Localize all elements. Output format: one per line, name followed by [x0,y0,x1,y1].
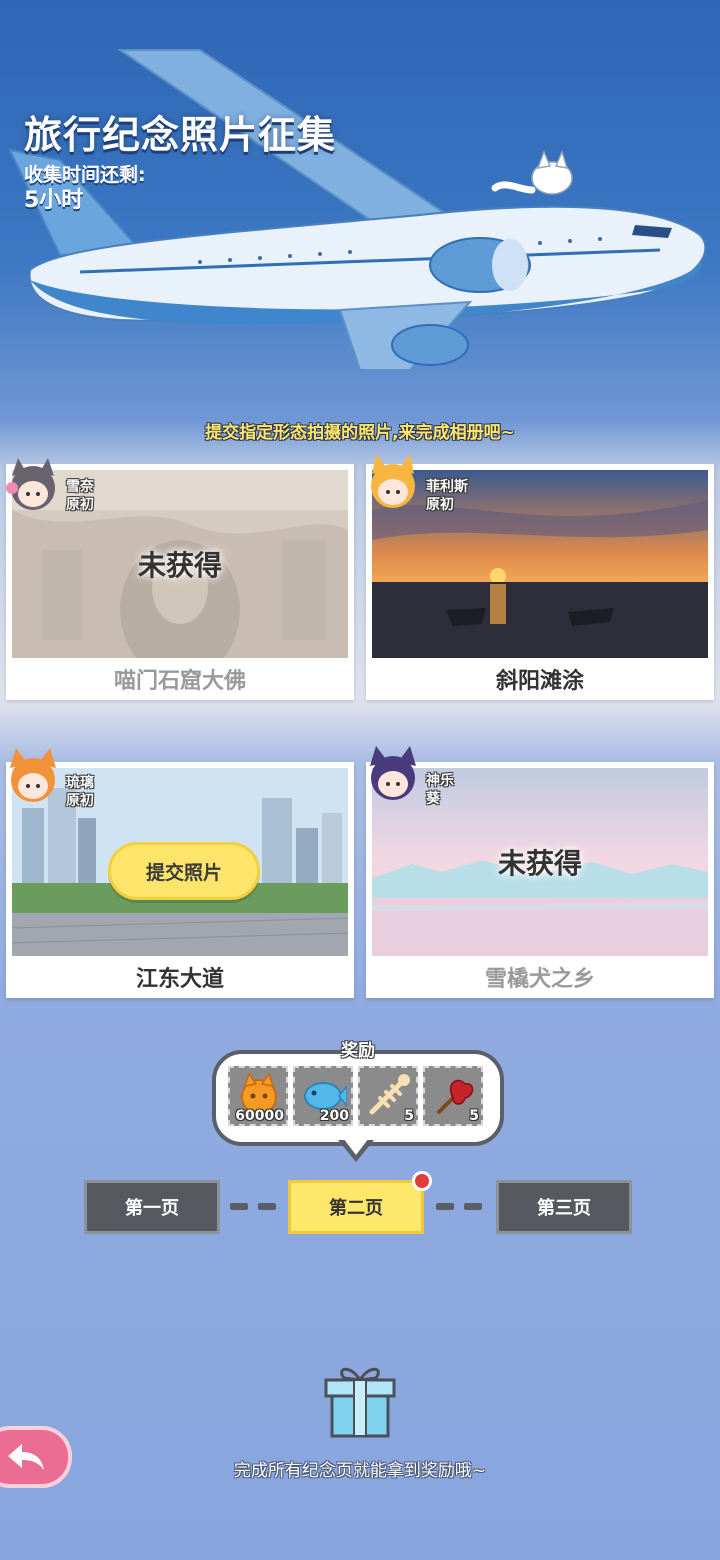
time-remaining-value: 5小时 [24,188,84,213]
character-name: 琉璃 原初 [66,775,94,809]
character-name: 雪奈 原初 [66,479,94,513]
character-avatar-xuenai [2,454,64,516]
page-tab-2[interactable]: 第二页 [288,1180,424,1234]
back-arrow-icon [8,1444,44,1470]
reward-count: 5 [469,1108,479,1124]
gift-box-icon[interactable] [322,1362,398,1440]
instruction-text: 提交指定形态拍摄的照片,来完成相册吧~ [205,423,515,443]
submit-photo-button[interactable]: 提交照片 [108,842,260,900]
reward-count: 5 [404,1108,414,1124]
notification-dot [412,1171,432,1191]
airplane-illustration [8,49,707,371]
card-caption: 喵门石窟大佛 [113,669,246,694]
completion-hint: 完成所有纪念页就能拿到奖励哦~ [233,1461,487,1481]
character-name: 菲利斯 原初 [426,479,468,513]
reward-item-bone[interactable]: 5 [358,1066,418,1126]
reward-item-fish[interactable]: 200 [293,1066,353,1126]
page-tab-3[interactable]: 第三页 [496,1180,632,1234]
reward-title: 奖励 [341,1041,375,1061]
card-caption: 斜阳滩涂 [495,669,584,694]
page-title: 旅行纪念照片征集 [24,113,337,157]
character-avatar-felis [362,452,424,514]
character-name: 神乐葵 [426,773,454,807]
header-banner: 旅行纪念照片征集 收集时间还剩: 5小时 [0,0,720,430]
reward-count: 200 [319,1108,349,1124]
event-page: 旅行纪念照片征集 收集时间还剩: 5小时 提交指定形态拍摄的照片,来完成相册吧~… [0,0,720,1560]
reward-item-coin[interactable]: 60000 [228,1066,288,1126]
card-caption: 雪橇犬之乡 [484,967,595,992]
page-tab-1[interactable]: 第一页 [84,1180,220,1234]
reward-item-flower[interactable]: 5 [423,1066,483,1126]
back-button[interactable] [0,1426,72,1488]
character-avatar-liuli [2,746,64,808]
reward-count: 60000 [235,1108,284,1124]
card-caption: 江东大道 [135,967,224,992]
character-avatar-kagura [362,744,424,806]
